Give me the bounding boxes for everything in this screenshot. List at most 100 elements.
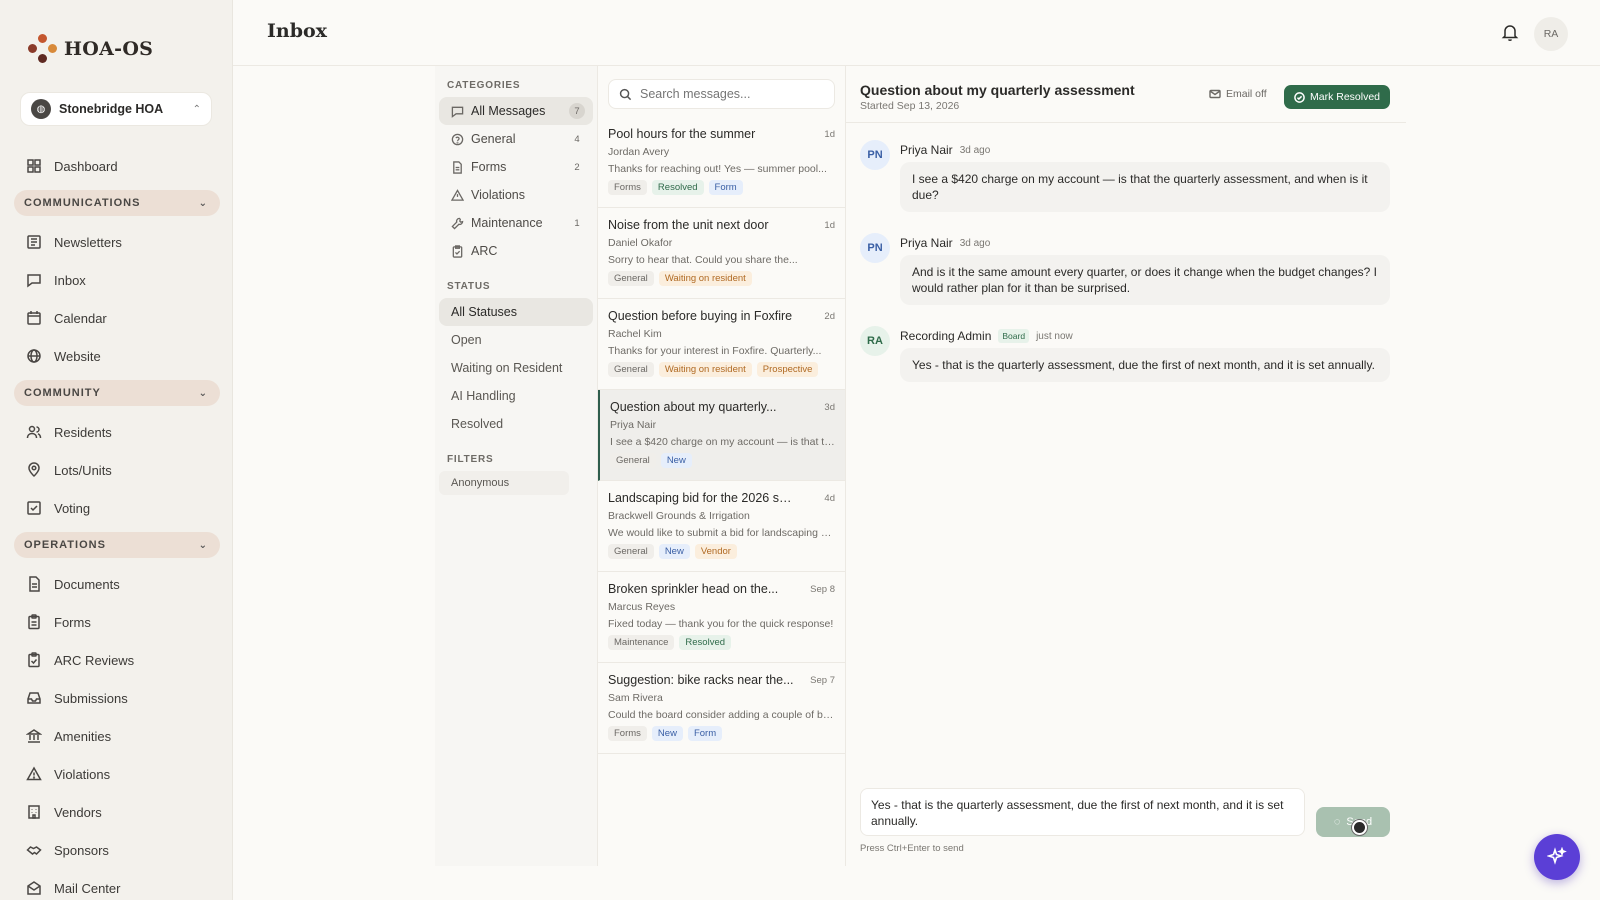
message-item[interactable]: Pool hours for the summer 1d Jordan Aver…	[598, 117, 845, 208]
message-body: And is it the same amount every quarter,…	[900, 255, 1390, 305]
landmark-icon	[26, 729, 42, 743]
search-input[interactable]	[640, 87, 820, 101]
org-selector[interactable]: ◍ Stonebridge HOA ⌃	[20, 92, 212, 126]
globe-icon	[27, 349, 41, 363]
sidebar-item-submissions[interactable]: Submissions	[14, 679, 220, 717]
sidebar-item-newsletters[interactable]: Newsletters	[14, 223, 220, 261]
category-general[interactable]: General 4	[439, 125, 593, 153]
message-item[interactable]: Broken sprinkler head on the... Sep 8 Ma…	[598, 572, 845, 663]
sidebar-item-calendar[interactable]: Calendar	[14, 299, 220, 337]
sidebar-item-documents[interactable]: Documents	[14, 565, 220, 603]
message-subject: Noise from the unit next door	[608, 218, 769, 232]
ai-assistant-button[interactable]	[1534, 834, 1580, 880]
type-tag: Prospective	[756, 362, 819, 377]
filter-anonymous[interactable]: Anonymous	[439, 471, 569, 495]
status-tag: Waiting on resident	[658, 271, 752, 286]
search-box[interactable]	[608, 79, 835, 109]
sidebar-item-label: Dashboard	[54, 158, 118, 174]
status-all[interactable]: All Statuses	[439, 298, 593, 326]
sidebar-item-label: Calendar	[54, 310, 107, 326]
email-toggle-label: Email off	[1226, 88, 1267, 100]
category-arc[interactable]: ARC	[439, 237, 593, 265]
vote-icon	[27, 501, 41, 515]
message-item[interactable]: Question before buying in Foxfire 2d Rac…	[598, 299, 845, 390]
section-operations[interactable]: OPERATIONS ⌄	[14, 532, 220, 558]
section-community[interactable]: COMMUNITY ⌄	[14, 380, 220, 406]
status-heading: STATUS	[447, 281, 491, 292]
category-tag: Forms	[608, 726, 647, 741]
message-item[interactable]: Suggestion: bike racks near the... Sep 7…	[598, 663, 845, 754]
author-name: Priya Nair	[900, 236, 953, 250]
category-count: 4	[574, 133, 580, 145]
mark-resolved-label: Mark Resolved	[1309, 91, 1381, 103]
mail-open-icon	[27, 881, 41, 895]
sidebar-item-sponsors[interactable]: Sponsors	[14, 831, 220, 869]
category-all-messages[interactable]: All Messages 7	[439, 97, 593, 125]
sidebar-item-label: Submissions	[54, 690, 128, 706]
sidebar-item-mail-center[interactable]: Mail Center	[14, 869, 220, 900]
message-item-selected[interactable]: Question about my quarterly... 3d Priya …	[598, 390, 845, 481]
category-count: 1	[574, 217, 580, 229]
category-tag: General	[608, 271, 654, 286]
message-preview: Fixed today — thank you for the quick re…	[608, 618, 834, 630]
sidebar-item-voting[interactable]: Voting	[14, 489, 220, 527]
sidebar-nav: Dashboard COMMUNICATIONS ⌄ Newsletters I…	[14, 147, 220, 900]
sidebar-item-website[interactable]: Website	[14, 337, 220, 375]
status-waiting-on-resident[interactable]: Waiting on Resident	[439, 354, 593, 382]
chevron-down-icon: ⌄	[198, 197, 208, 209]
categories-heading: CATEGORIES	[447, 80, 521, 91]
section-communications[interactable]: COMMUNICATIONS ⌄	[14, 190, 220, 216]
category-count	[569, 187, 585, 203]
message-square-icon	[451, 106, 464, 118]
search-icon	[619, 88, 632, 100]
sidebar-item-amenities[interactable]: Amenities	[14, 717, 220, 755]
sidebar-item-residents[interactable]: Residents	[14, 413, 220, 451]
sidebar-item-vendors[interactable]: Vendors	[14, 793, 220, 831]
message-sender: Daniel Okafor	[608, 237, 673, 249]
message-sender: Sam Rivera	[608, 692, 663, 704]
sidebar-item-violations[interactable]: Violations	[14, 755, 220, 793]
category-violations[interactable]: Violations	[439, 181, 593, 209]
user-avatar[interactable]: RA	[1534, 17, 1568, 51]
sidebar-item-forms[interactable]: Forms	[14, 603, 220, 641]
mark-resolved-button[interactable]: Mark Resolved	[1284, 85, 1390, 109]
category-maintenance[interactable]: Maintenance 1	[439, 209, 593, 237]
message-subject: Suggestion: bike racks near the...	[608, 673, 794, 687]
category-tag: Forms	[608, 180, 647, 195]
app-logo[interactable]: HOA-OS	[28, 34, 153, 64]
logo-mark-icon	[28, 34, 58, 64]
message-time: Sep 7	[810, 675, 835, 686]
sidebar-item-inbox[interactable]: Inbox	[14, 261, 220, 299]
status-resolved[interactable]: Resolved	[439, 410, 593, 438]
status-open[interactable]: Open	[439, 326, 593, 354]
reply-input[interactable]	[860, 788, 1305, 836]
sidebar-item-label: Documents	[54, 576, 120, 592]
bell-icon[interactable]	[1500, 22, 1520, 42]
category-label: Forms	[471, 160, 507, 174]
message-item[interactable]: Landscaping bid for the 2026 season 4d B…	[598, 481, 845, 572]
status-tag: Resolved	[651, 180, 704, 195]
sidebar-item-lots-units[interactable]: Lots/Units	[14, 451, 220, 489]
alert-triangle-icon	[451, 188, 464, 201]
category-forms[interactable]: Forms 2	[439, 153, 593, 181]
calendar-icon	[27, 311, 41, 325]
sidebar-item-dashboard[interactable]: Dashboard	[14, 147, 220, 185]
sidebar-item-arc-reviews[interactable]: ARC Reviews	[14, 641, 220, 679]
sidebar-item-label: Vendors	[54, 804, 102, 820]
status-ai-handling[interactable]: AI Handling	[439, 382, 593, 410]
newspaper-icon	[27, 235, 41, 249]
status-tag: New	[660, 453, 692, 468]
clipboard-check-icon	[28, 652, 40, 668]
sidebar-item-label: Website	[54, 348, 101, 364]
sidebar-item-label: Sponsors	[54, 842, 109, 858]
message-item[interactable]: Noise from the unit next door 1d Daniel …	[598, 208, 845, 299]
message-time: 3d ago	[959, 144, 991, 156]
category-tag: Maintenance	[608, 635, 675, 650]
conversation-started: Started Sep 13, 2026	[860, 100, 960, 112]
category-label: Maintenance	[471, 216, 543, 230]
message-subject: Question about my quarterly...	[610, 400, 777, 414]
message-sender: Priya Nair	[610, 419, 657, 431]
email-toggle[interactable]: Email off	[1209, 88, 1267, 100]
message-time: 1d	[824, 129, 835, 140]
message-list: Pool hours for the summer 1d Jordan Aver…	[597, 66, 846, 866]
